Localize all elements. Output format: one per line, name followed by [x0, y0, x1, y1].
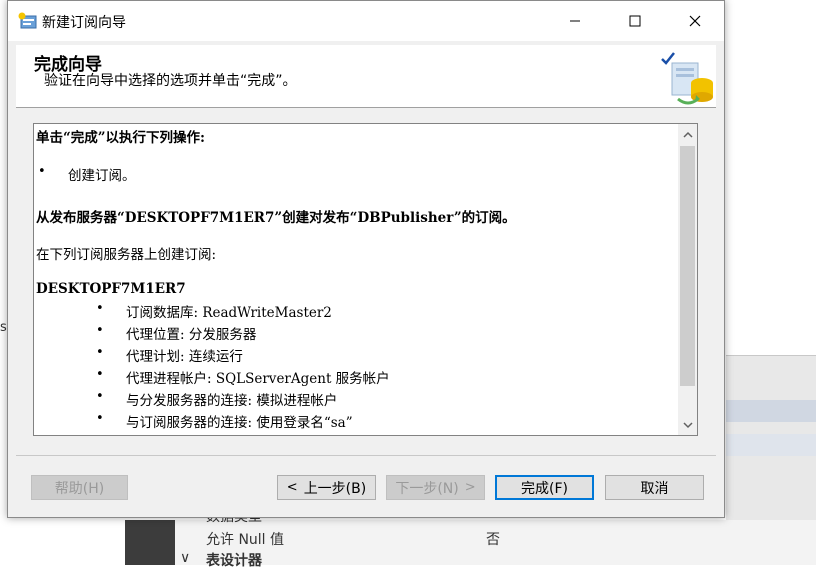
scroll-thumb[interactable]	[680, 146, 695, 386]
chevron-left-icon: <	[286, 480, 298, 495]
finish-button[interactable]: 完成(F)	[495, 475, 594, 500]
report-scrollbar[interactable]	[678, 124, 697, 435]
help-button[interactable]: 帮助(H)	[31, 475, 128, 500]
detail-agent-schedule: 代理计划: 连续运行	[126, 349, 243, 365]
chevron-up-icon	[682, 131, 693, 138]
wizard-header: 完成向导 验证在向导中选择的选项并单击“完成”。	[16, 45, 716, 107]
minimize-button[interactable]	[546, 1, 604, 41]
next-button[interactable]: 下一步(N) >	[386, 475, 485, 500]
background-section-header: ∨ 表设计器	[180, 550, 262, 569]
back-button[interactable]: < 上一步(B)	[277, 475, 376, 500]
summary-report-box[interactable]: 单击“完成”以执行下列操作: • 创建订阅。 从发布服务器“DESKTOPF7M…	[33, 123, 698, 436]
close-icon	[689, 15, 701, 27]
bullet-icon: •	[96, 411, 104, 426]
minimize-icon	[570, 20, 580, 22]
bullet-icon: •	[96, 389, 104, 404]
detail-distributor-connection: 与分发服务器的连接: 模拟进程帐户	[126, 393, 338, 409]
detail-subscriber-connection: 与订阅服务器的连接: 使用登录名“sa”	[126, 415, 353, 431]
bullet-icon: •	[96, 323, 104, 338]
background-right-panel	[726, 355, 816, 521]
report-subscribers-label: 在下列订阅服务器上创建订阅:	[36, 247, 217, 263]
chevron-right-icon: >	[464, 480, 476, 495]
new-subscription-wizard-dialog: 新建订阅向导 完成向导 验证在向导中选择的选项并单击“完成”。 单击“完成”以执	[7, 0, 725, 518]
maximize-icon	[629, 15, 641, 27]
window-title: 新建订阅向导	[42, 15, 126, 31]
bullet-icon: •	[38, 164, 46, 179]
chevron-down-icon	[682, 421, 693, 428]
scroll-down-button[interactable]	[678, 415, 697, 435]
detail-subscription-db: 订阅数据库: ReadWriteMaster2	[126, 305, 332, 321]
back-button-label: 上一步(B)	[303, 480, 367, 497]
wizard-graphic-icon	[661, 52, 713, 105]
cancel-button[interactable]: 取消	[605, 475, 704, 500]
bullet-icon: •	[96, 367, 104, 382]
title-bar[interactable]: 新建订阅向导	[8, 1, 724, 41]
bullet-icon: •	[96, 301, 104, 316]
report-publisher-line: 从发布服务器“DESKTOPF7M1ER7”创建对发布“DBPublisher”…	[36, 210, 516, 226]
next-button-label: 下一步(N)	[395, 480, 459, 497]
footer-divider	[16, 455, 716, 456]
detail-agent-location: 代理位置: 分发服务器	[126, 327, 257, 343]
background-property-row: 允许 Null 值否	[206, 532, 500, 548]
background-dark-strip	[125, 520, 175, 565]
close-button[interactable]	[666, 1, 724, 41]
scroll-up-button[interactable]	[678, 124, 697, 144]
wizard-app-icon	[18, 12, 37, 29]
maximize-button[interactable]	[606, 1, 664, 41]
report-subscriber-name: DESKTOPF7M1ER7	[36, 281, 186, 297]
bullet-icon: •	[96, 345, 104, 360]
header-divider	[16, 107, 716, 108]
page-subtitle: 验证在向导中选择的选项并单击“完成”。	[44, 73, 297, 89]
report-intro: 单击“完成”以执行下列操作:	[36, 130, 206, 146]
detail-agent-account: 代理进程帐户: SQLServerAgent 服务帐户	[126, 371, 390, 387]
report-create-item: 创建订阅。	[68, 168, 136, 184]
